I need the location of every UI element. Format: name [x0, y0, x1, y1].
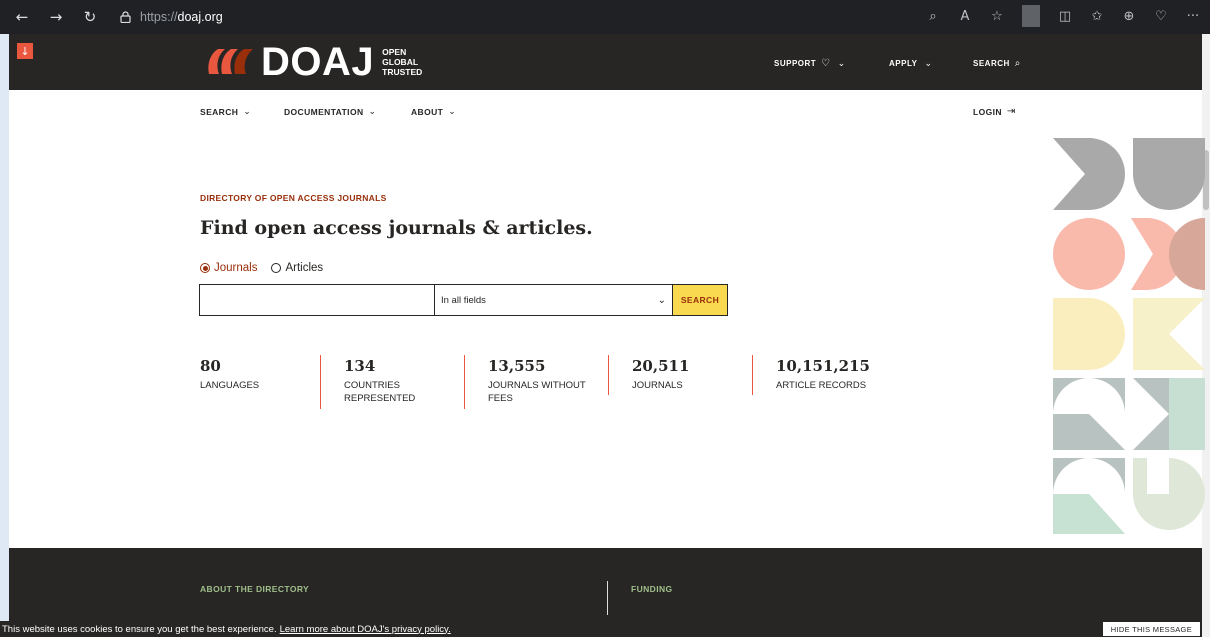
radio-journals-label: Journals: [214, 262, 258, 274]
privacy-policy-link[interactable]: Learn more about DOAJ's privacy policy.: [280, 624, 451, 635]
field-select-value: In all fields: [441, 294, 486, 306]
footer-about-title: ABOUT THE DIRECTORY: [200, 584, 310, 594]
logo-text: DOAJ: [261, 40, 375, 84]
support-label: SUPPORT: [774, 59, 817, 68]
stat-value: 80: [200, 357, 221, 375]
stat-countries: 134 COUNTRIES REPRESENTED: [344, 357, 434, 405]
search-type-radios: Journals Articles: [200, 262, 337, 274]
stat-divider: [752, 355, 753, 395]
logo-mark-icon: [208, 49, 253, 74]
chevron-down-icon: ⌄: [657, 294, 666, 306]
cookie-text: This website uses cookies to ensure you …: [2, 623, 277, 635]
footer-funding-title: FUNDING: [631, 584, 673, 594]
hide-message-button[interactable]: HIDE THIS MESSAGE: [1101, 621, 1201, 637]
chevron-down-icon: ⌄: [837, 58, 846, 68]
tagline-global: GLOBAL: [382, 57, 419, 67]
decorative-pattern: [1053, 138, 1205, 534]
download-arrow-icon[interactable]: ↓: [17, 43, 33, 59]
url-host: doaj.org: [177, 10, 223, 24]
stat-value: 134: [344, 357, 376, 375]
toolbar-divider: [1022, 5, 1040, 27]
nav-documentation[interactable]: DOCUMENTATION ⌄: [284, 106, 376, 117]
stat-label: LANGUAGES: [200, 380, 260, 391]
sidebar-edge: [0, 34, 9, 637]
stat-journals: 20,511 JOURNALS: [632, 357, 722, 392]
back-icon[interactable]: ←: [10, 5, 34, 29]
stat-article-records: 10,151,215 ARTICLE RECORDS: [776, 357, 886, 392]
stat-label: COUNTRIES REPRESENTED: [344, 380, 416, 404]
refresh-icon[interactable]: ↻: [78, 5, 102, 29]
stat-label: JOURNALS: [632, 380, 683, 391]
footer-divider: [607, 581, 608, 615]
doaj-logo[interactable]: DOAJ OPEN GLOBAL TRUSTED: [205, 42, 422, 82]
stat-value: 10,151,215: [776, 357, 870, 375]
radio-unchecked-icon: [271, 263, 282, 273]
stat-journals-no-fees: 13,555 JOURNALS WITHOUT FEES: [488, 357, 598, 405]
cookie-banner: This website uses cookies to ensure you …: [0, 621, 1202, 637]
favorites-icon[interactable]: ✩: [1088, 5, 1106, 27]
apply-menu[interactable]: APPLY ⌄: [889, 58, 932, 69]
radio-checked-icon: [200, 263, 210, 273]
support-menu[interactable]: SUPPORT ♡ ⌄: [774, 58, 846, 69]
secondary-nav: SEARCH ⌄ DOCUMENTATION ⌄ ABOUT ⌄ LOGIN ⇥: [9, 90, 1202, 134]
tagline-open: OPEN: [382, 47, 407, 57]
split-screen-icon[interactable]: ◫: [1056, 5, 1074, 27]
heart-icon: ♡: [821, 58, 831, 69]
site-header: ↓ DOAJ OPEN GLOBAL TRUSTED SUPPORT ♡ ⌄ A…: [9, 34, 1202, 90]
nav-documentation-label: DOCUMENTATION: [284, 106, 364, 117]
field-select[interactable]: In all fields ⌄: [434, 284, 673, 316]
stat-value: 13,555: [488, 357, 546, 375]
header-search-link[interactable]: SEARCH ⌕: [973, 58, 1021, 69]
nav-about-label: ABOUT: [411, 106, 444, 117]
browser-toolbar: ← → ↻ https://doaj.org ⌕ A ☆ ◫ ✩ ⊕ ♡ ···: [0, 0, 1210, 34]
stat-label: ARTICLE RECORDS: [776, 380, 867, 391]
stat-divider: [320, 355, 321, 409]
search-input[interactable]: [199, 284, 434, 316]
forward-icon[interactable]: →: [44, 5, 68, 29]
page-title: Find open access journals & articles.: [200, 217, 593, 239]
search-form: In all fields ⌄ SEARCH: [199, 284, 728, 316]
section-eyebrow: DIRECTORY OF OPEN ACCESS JOURNALS: [200, 193, 387, 203]
logo-tagline: OPEN GLOBAL TRUSTED: [382, 47, 422, 77]
radio-articles-label: Articles: [285, 262, 324, 274]
chevron-down-icon: ⌄: [924, 58, 933, 68]
stat-divider: [608, 355, 609, 395]
chevron-down-icon: ⌄: [368, 106, 377, 116]
nav-login[interactable]: LOGIN ⇥: [973, 106, 1016, 117]
url-prefix: https://: [140, 10, 178, 24]
search-button[interactable]: SEARCH: [673, 284, 728, 316]
nav-search-label: SEARCH: [200, 106, 239, 117]
nav-search[interactable]: SEARCH ⌄: [200, 106, 251, 117]
extensions-icon[interactable]: ♡: [1152, 5, 1170, 27]
zoom-icon[interactable]: ⌕: [924, 5, 942, 27]
tagline-trusted: TRUSTED: [382, 67, 423, 77]
collections-icon[interactable]: ⊕: [1120, 5, 1138, 27]
search-icon: ⌕: [1014, 58, 1021, 69]
apply-label: APPLY: [889, 59, 918, 68]
stat-divider: [464, 355, 465, 409]
stat-languages: 80 LANGUAGES: [200, 357, 290, 392]
nav-login-label: LOGIN: [973, 106, 1002, 117]
chevron-down-icon: ⌄: [448, 106, 457, 116]
favorite-star-icon[interactable]: ☆: [988, 5, 1006, 27]
chevron-down-icon: ⌄: [243, 106, 252, 116]
radio-articles[interactable]: Articles: [271, 262, 323, 274]
address-bar[interactable]: https://doaj.org: [118, 4, 1038, 30]
stat-label: JOURNALS WITHOUT FEES: [488, 380, 586, 404]
nav-about[interactable]: ABOUT ⌄: [411, 106, 456, 117]
read-aloud-icon[interactable]: A: [956, 5, 974, 27]
more-menu-icon[interactable]: ···: [1184, 5, 1202, 27]
lock-icon[interactable]: [118, 10, 132, 24]
header-search-label: SEARCH: [973, 59, 1010, 68]
login-arrow-icon: ⇥: [1006, 106, 1016, 117]
stat-value: 20,511: [632, 357, 690, 375]
radio-journals[interactable]: Journals: [200, 262, 257, 274]
